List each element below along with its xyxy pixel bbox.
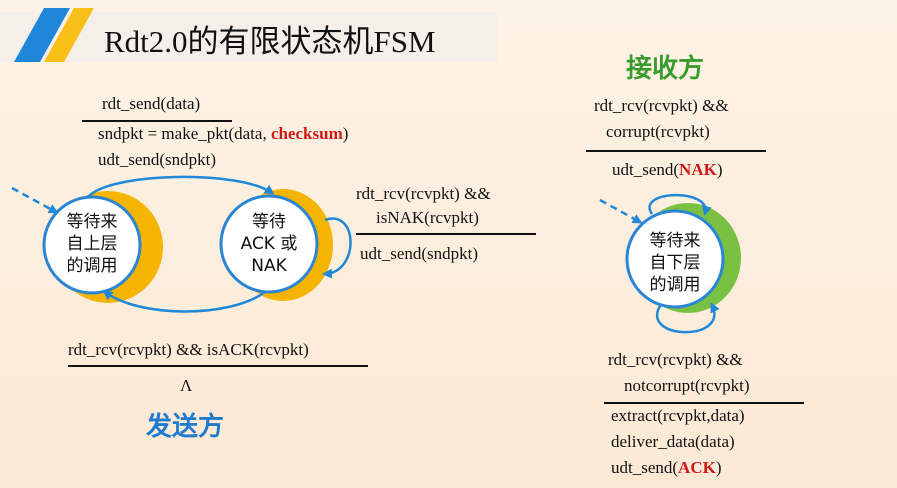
receiver-t2-divider [604, 402, 804, 404]
sender-t3-event: rdt_rcv(rcvpkt) && isACK(rcvpkt) [68, 340, 309, 359]
receiver-state-label: 等待来 自下层 的调用 [649, 231, 701, 295]
receiver-t2-action2: deliver_data(data) [611, 432, 735, 451]
sender-t1-event: rdt_send(data) [102, 94, 201, 113]
sender-t2-divider [356, 233, 536, 235]
sender-t1-action2: udt_send(sndpkt) [98, 150, 217, 169]
receiver-t1-action: udt_send(NAK) [612, 160, 723, 179]
receiver-t2-action3: udt_send(ACK) [611, 458, 722, 477]
receiver-t1-event1: rdt_rcv(rcvpkt) && [594, 96, 729, 115]
sender-t1-divider [82, 120, 232, 122]
receiver-t2-action1: extract(rcvpkt,data) [611, 406, 745, 425]
receiver-initial-arrow [599, 198, 643, 224]
receiver-t2-event2: notcorrupt(rcvpkt) [624, 376, 750, 395]
sender-state2-label: 等待 ACK 或 NAK [240, 212, 298, 276]
sender-t2-event2: isNAK(rcvpkt) [376, 208, 479, 227]
sender-t3-divider [68, 365, 368, 367]
sender-title: 发送方 [146, 412, 225, 442]
sender-t2-action: udt_send(sndpkt) [360, 244, 479, 263]
sender-initial-arrow [11, 186, 59, 214]
sender-state1-label: 等待来 自上层 的调用 [66, 212, 118, 276]
receiver-t1-divider [586, 150, 766, 152]
receiver-t1-event2: corrupt(rcvpkt) [606, 122, 710, 141]
sender-t2-event1: rdt_rcv(rcvpkt) && [356, 184, 491, 203]
sender-t1-action1: sndpkt = make_pkt(data, checksum) [98, 124, 349, 143]
sender-t3-action-lambda: Λ [180, 376, 193, 395]
receiver-t2-event1: rdt_rcv(rcvpkt) && [608, 350, 743, 369]
receiver-title: 接收方 [626, 54, 705, 84]
